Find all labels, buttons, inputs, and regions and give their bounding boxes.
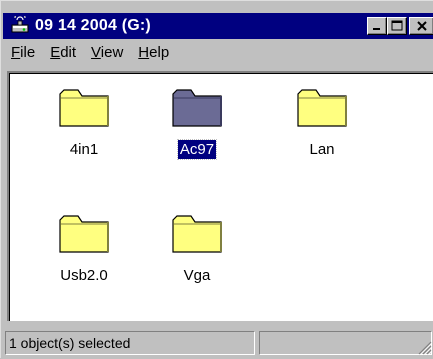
menu-edit-accel: E	[50, 44, 61, 61]
menu-file-accel: F	[11, 44, 21, 61]
window-title: 09 14 2004 (G:)	[35, 17, 151, 34]
folder-icon	[59, 215, 109, 253]
top-strip	[1, 1, 433, 13]
folder-item-4in1[interactable]: 4in1	[36, 86, 132, 176]
minimize-button[interactable]	[367, 17, 387, 35]
menu-help-accel: H	[138, 44, 150, 61]
menu-file[interactable]: File	[10, 42, 36, 64]
maximize-button[interactable]	[387, 17, 407, 35]
explorer-window: 09 14 2004 (G:) File Edit View Help 4in1…	[0, 0, 433, 358]
close-button[interactable]	[409, 17, 433, 35]
menu-edit-label: dit	[60, 44, 77, 61]
file-view-inner: 4in1 Ac97 Lan Usb2.0 Vga	[9, 73, 433, 321]
menu-view-accel: V	[91, 44, 101, 61]
title-bar[interactable]: 09 14 2004 (G:)	[3, 13, 433, 39]
menu-file-label: ile	[20, 44, 36, 61]
menu-help-label: elp	[149, 44, 170, 61]
menu-edit[interactable]: Edit	[49, 42, 77, 64]
folder-item-ac97[interactable]: Ac97	[149, 86, 245, 176]
folder-label: Vga	[183, 267, 211, 284]
drive-icon	[9, 15, 31, 37]
folder-icon	[172, 89, 222, 127]
folder-label: 4in1	[69, 141, 99, 158]
close-icon	[416, 21, 427, 31]
folder-label: Lan	[309, 141, 335, 158]
menu-view-label: iew	[100, 44, 124, 61]
status-pane-empty	[259, 331, 432, 355]
folder-item-usb2[interactable]: Usb2.0	[36, 212, 132, 302]
maximize-icon	[391, 20, 403, 31]
folder-icon	[59, 89, 109, 127]
minimize-icon	[373, 28, 380, 30]
folder-icon	[297, 89, 347, 127]
resize-grip-icon[interactable]	[416, 339, 432, 355]
menu-bar: File Edit View Help	[3, 41, 433, 65]
folder-item-lan[interactable]: Lan	[274, 86, 370, 176]
file-view[interactable]: 4in1 Ac97 Lan Usb2.0 Vga	[7, 71, 433, 321]
folder-item-vga[interactable]: Vga	[149, 212, 245, 302]
menu-view[interactable]: View	[90, 42, 124, 64]
menu-help[interactable]: Help	[137, 42, 170, 64]
folder-label-selected: Ac97	[176, 139, 218, 160]
status-bar: 1 object(s) selected	[3, 327, 433, 359]
folder-label: Usb2.0	[60, 267, 108, 284]
folder-icon	[172, 215, 222, 253]
status-selection: 1 object(s) selected	[5, 331, 255, 355]
